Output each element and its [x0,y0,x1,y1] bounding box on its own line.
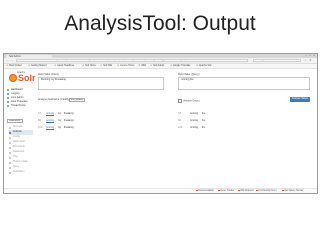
analysis-icon [9,131,11,134]
star-icon: ★ [138,65,141,67]
token[interactable]: running [190,119,198,123]
bookmark[interactable]: ★Solr Wiki [100,64,112,68]
forward-icon[interactable]: → [10,59,13,62]
thread-icon [7,105,9,107]
bookmark[interactable]: ★Solr Home [82,64,96,68]
analyzer-name[interactable]: LCF [178,126,185,130]
solr-logo[interactable]: Apache Solr [8,71,38,84]
token[interactable]: running [190,112,198,116]
token[interactable]: my [58,119,61,123]
query-value-textarea[interactable]: running fire [178,77,310,90]
index-analysis-row: ST running my fire&amp; [38,112,128,116]
config-icon [9,136,11,139]
token[interactable]: running [46,126,54,130]
home-icon[interactable]: ⌂ [304,59,307,62]
browser-screenshot: Solr Admin – □ × ← → localhost:8983/solr… [3,53,318,194]
data-import-icon [9,141,11,144]
index-analysis-row: LCF running my fire&amp; [38,126,128,130]
star-icon: ★ [54,65,57,67]
search-box[interactable]: ⚲ Google [253,59,301,62]
star-icon: ★ [100,65,103,67]
index-value-textarea[interactable]: Running my Fire&amp; [38,77,164,90]
verbose-output-toggle[interactable]: Verbose Output [178,99,200,103]
fieldtype-select[interactable]: text_general [69,98,85,102]
menu-icon[interactable]: ≡ [309,59,312,62]
token[interactable]: running [46,119,54,123]
search-icon: ⚲ [255,59,257,61]
token[interactable]: fire [202,112,205,116]
dataimport-icon [9,151,11,154]
fieldtype-label: Analyse Fieldname / FieldType: [38,98,73,101]
analyse-values-button[interactable]: Analyse Values [290,97,310,102]
star-icon: ★ [150,65,153,67]
core-admin-icon [7,97,9,99]
bookmark[interactable]: ★Solr Admin [150,64,164,68]
java-icon [7,101,9,103]
replication-icon [9,171,11,174]
plugins-icon [9,161,11,164]
analyzer-name[interactable]: ST [38,112,45,116]
logo-word: Solr [18,73,36,83]
analyzer-name[interactable]: SF [38,119,45,123]
checkbox-icon [178,99,182,103]
query-analysis-row: ST running fire [178,112,238,116]
footer-link-irc[interactable]: IRC Channel [238,189,254,193]
back-icon[interactable]: ← [6,59,9,62]
query-analysis-row: LCF running fire [178,126,238,130]
query-analysis-row: SF running fire [178,119,238,123]
core-item-replication[interactable]: Replication [9,170,33,175]
core-selector[interactable]: collection1 [7,119,23,123]
search-placeholder: Google [258,59,266,61]
star-icon: ★ [170,65,173,67]
footer-link-community[interactable]: Community forum [256,189,277,193]
nav-item-thread-dump[interactable]: Thread Dump [7,104,33,108]
token[interactable]: fire&amp; [64,126,74,130]
url-field[interactable]: localhost:8983/solr/#/collection1/analys… [16,59,248,62]
token[interactable]: my [58,126,61,130]
token[interactable]: running [46,112,54,116]
token[interactable]: running [190,126,198,130]
token[interactable]: fire&amp; [64,119,74,123]
token[interactable]: fire [202,119,205,123]
close-icon[interactable]: × [312,54,316,57]
analyzer-name[interactable]: SF [178,119,185,123]
overview-icon [9,126,11,129]
footer-link-issue-tracker[interactable]: Issue Tracker [218,189,234,193]
star-icon: ★ [82,65,85,67]
analyzer-name[interactable]: ST [178,112,185,116]
index-analysis-row: SF running my fire&amp; [38,119,128,123]
token[interactable]: fire&amp; [64,112,74,116]
analyzer-name[interactable]: LCF [38,126,45,130]
footer-link-documentation[interactable]: Documentation [196,189,214,193]
bookmark[interactable]: ★Apache Solr [196,64,212,68]
left-nav: Dashboard Logging Core Admin Java Proper… [7,88,33,108]
star-icon: ★ [196,65,199,67]
ping-icon [9,156,11,159]
bookmark[interactable]: ★Lucene Home [117,64,134,68]
core-menu: Overview Analysis Config Data Import Doc… [9,125,33,175]
token[interactable]: my [58,112,61,116]
footer-links: Documentation Issue Tracker IRC Channel … [4,188,317,193]
sun-logo-icon [9,74,17,82]
bookmark[interactable]: ★JIRA [138,64,146,68]
dashboard-icon [7,89,9,91]
logging-icon [7,93,9,95]
bookmark[interactable]: ★Latest Headlines [54,64,74,68]
star-icon: ★ [117,65,120,67]
star-icon: ★ [28,65,31,67]
bookmarks-bar: ★Most Visited ★Getting Started ★Latest H… [4,64,317,69]
bookmark[interactable]: ★Most Visited [6,64,22,68]
bookmark[interactable]: ★Getting Started [28,64,47,68]
documents-icon [9,146,11,149]
footer-link-query-syntax[interactable]: Solr Query Syntax [282,189,303,193]
star-icon: ★ [6,65,9,67]
query-icon [9,166,11,169]
bookmark[interactable]: ★Google Translate [170,64,191,68]
slide-title: AnalysisTool: Output [64,12,256,35]
token[interactable]: fire [202,126,205,130]
